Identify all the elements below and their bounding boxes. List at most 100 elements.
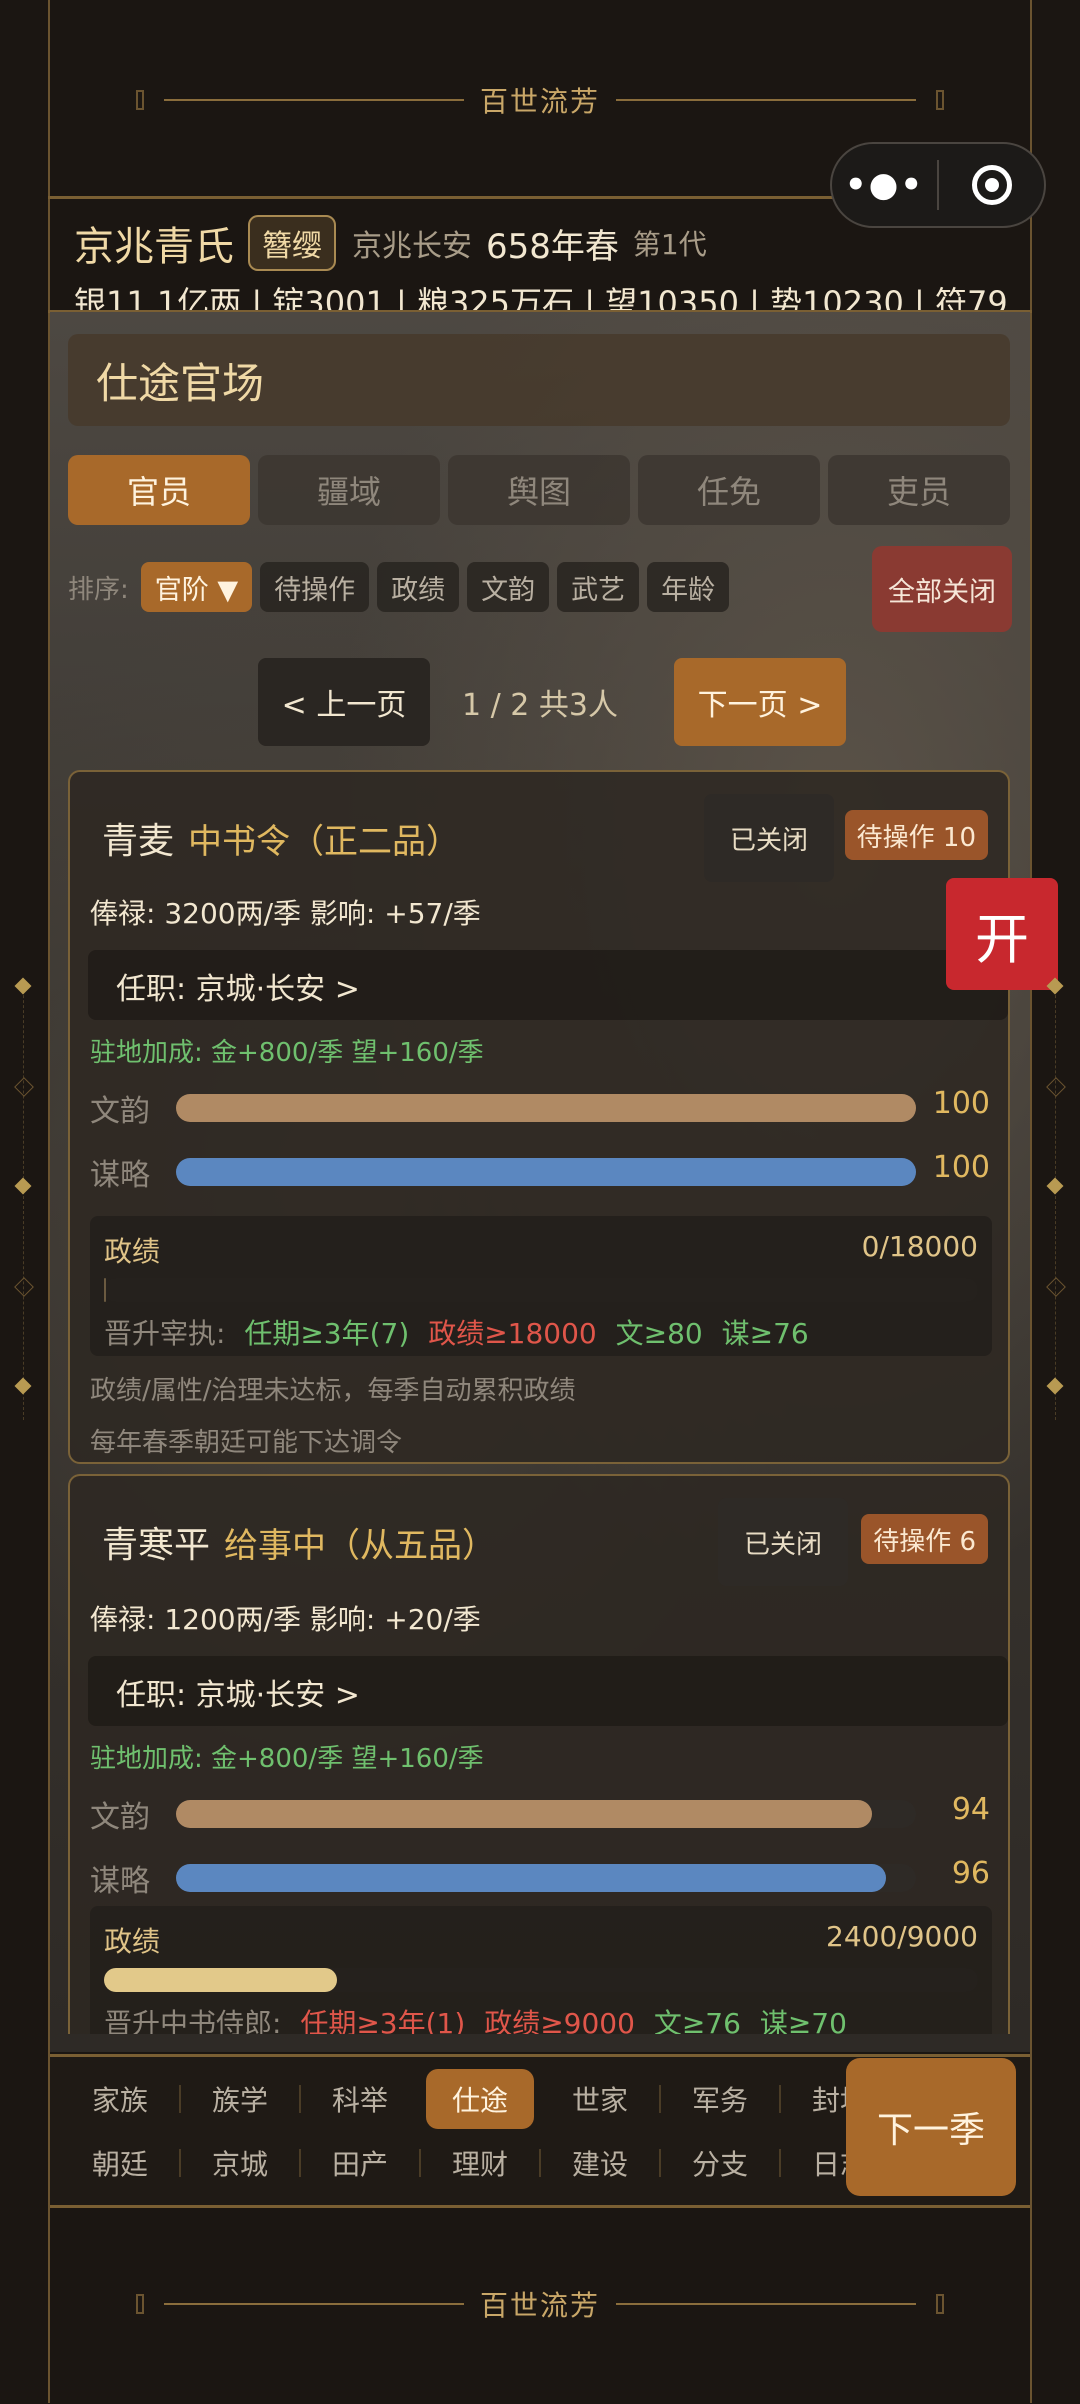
stat-strategy: 谋略 96 <box>90 1856 990 1899</box>
promotion-requirements: 晋升中书侍郎: 任期≥3年(1) 政绩≥9000 文≥76 谋≥70 <box>104 2002 847 2034</box>
merit-fill <box>104 1968 338 1992</box>
record-icon <box>971 165 1012 205</box>
promotion-requirements: 晋升宰执: 任期≥3年(7) 政绩≥18000 文≥80 谋≥76 <box>104 1312 809 1352</box>
nav-row-1: 家族 族学 科举 仕途 世家 军务 封地 <box>60 2069 900 2129</box>
promotion-label: 晋升中书侍郎: <box>104 2007 282 2034</box>
nav-capital[interactable]: 京城 <box>179 2133 300 2193</box>
post-text: 任职: 京城·长安 > <box>116 1678 360 1713</box>
close-all-button[interactable]: 全部关闭 <box>872 546 1012 632</box>
nav-school[interactable]: 族学 <box>179 2069 300 2129</box>
sort-age[interactable]: 年龄 <box>647 562 730 612</box>
stat-track <box>176 1158 916 1186</box>
nav-military[interactable]: 军务 <box>659 2069 780 2129</box>
nav-finance[interactable]: 理财 <box>419 2133 540 2193</box>
tab-territory[interactable]: 疆域 <box>258 455 440 525</box>
tab-map[interactable]: 舆图 <box>448 455 630 525</box>
stat-track <box>176 1800 916 1828</box>
merit-panel: 政绩 2400/9000 晋升中书侍郎: 任期≥3年(1) 政绩≥9000 文≥… <box>90 1906 992 2034</box>
req-merit: 政绩≥9000 <box>484 2007 635 2034</box>
stat-value: 94 <box>951 1792 990 1827</box>
merit-panel: 政绩 0/18000 晋升宰执: 任期≥3年(7) 政绩≥18000 文≥80 … <box>90 1216 992 1356</box>
merit-value: 0/18000 <box>861 1230 978 1263</box>
stat-literary: 文韵 100 <box>90 1086 990 1129</box>
salary-info: 俸禄: 3200两/季 影响: +57/季 <box>90 897 481 930</box>
post-text: 任职: 京城·长安 > <box>116 972 360 1007</box>
req-merit: 政绩≥18000 <box>428 1317 597 1350</box>
station-bonus: 驻地加成: 金+800/季 望+160/季 <box>90 1038 484 1068</box>
banner-title: 百世流芳 <box>479 2289 600 2322</box>
merit-label: 政绩 <box>104 1925 161 1958</box>
pending-badge[interactable]: 待操作 10 <box>844 810 988 860</box>
closed-toggle-button[interactable]: 已关闭 <box>718 1498 848 1586</box>
nav-farmland[interactable]: 田产 <box>299 2133 420 2193</box>
post-link[interactable]: 任职: 京城·长安 > <box>88 950 1008 1020</box>
banner-cap-left <box>135 2294 144 2314</box>
tab-appointment[interactable]: 任免 <box>638 455 820 525</box>
stat-fill <box>176 1158 916 1186</box>
official-name: 青麦 <box>102 821 175 862</box>
req-strategy: 谋≥76 <box>721 1317 809 1350</box>
banner-cap-left <box>135 90 144 110</box>
stat-label: 谋略 <box>90 1864 150 1899</box>
more-icon[interactable]: •●• <box>832 165 937 205</box>
prev-page-button[interactable]: < 上一页 <box>258 658 430 746</box>
nav-court[interactable]: 朝廷 <box>60 2133 180 2193</box>
stat-track <box>176 1864 916 1892</box>
sort-pending[interactable]: 待操作 <box>260 562 370 612</box>
clan-header: 京兆青氏 簪缨 京兆长安 658年春 第1代 <box>74 214 707 272</box>
sort-merit[interactable]: 政绩 <box>377 562 460 612</box>
clan-name: 京兆青氏 <box>74 224 234 270</box>
next-page-button[interactable]: 下一页 > <box>674 658 846 746</box>
official-name-line: 青麦 中书令（正二品） <box>102 812 460 864</box>
section-title: 仕途官场 <box>68 334 1010 426</box>
post-link[interactable]: 任职: 京城·长安 > <box>88 1656 1008 1726</box>
stat-literary: 文韵 94 <box>90 1792 990 1835</box>
req-tenure: 任期≥3年(7) <box>244 1317 410 1350</box>
sort-rank[interactable]: 官阶 ▼ <box>140 562 253 612</box>
merit-note: 政绩/属性/治理未达标，每季自动累积政绩 <box>90 1376 576 1406</box>
banner-cap-right <box>936 90 944 110</box>
left-ornament <box>14 977 34 1420</box>
closed-toggle-button[interactable]: 已关闭 <box>704 794 834 882</box>
official-rank: 给事中（从五品） <box>224 1526 497 1566</box>
stat-track <box>176 1094 916 1122</box>
merit-label: 政绩 <box>104 1235 161 1268</box>
tab-officials[interactable]: 官员 <box>68 455 250 525</box>
merit-track <box>104 1278 978 1302</box>
sort-martial[interactable]: 武艺 <box>557 562 640 612</box>
nav-row-2: 朝廷 京城 田产 理财 建设 分支 日志 <box>60 2133 900 2193</box>
generation: 第1代 <box>632 228 707 261</box>
station-bonus: 驻地加成: 金+800/季 望+160/季 <box>90 1744 484 1774</box>
right-ornament <box>1046 977 1066 1420</box>
nav-construction[interactable]: 建设 <box>539 2133 660 2193</box>
sort-literary[interactable]: 文韵 <box>467 562 550 612</box>
nav-exam[interactable]: 科举 <box>299 2069 420 2129</box>
stat-label: 谋略 <box>90 1158 150 1193</box>
clan-badge: 簪缨 <box>248 215 336 271</box>
official-card: 青寒平 给事中（从五品） 已关闭 待操作 6 俸禄: 1200两/季 影响: +2… <box>68 1474 1010 2034</box>
tab-clerks[interactable]: 吏员 <box>828 455 1010 525</box>
page-info: 1 / 2 共3人 <box>462 688 618 723</box>
req-tenure: 任期≥3年(1) <box>300 2007 466 2034</box>
banner-line-left <box>163 99 464 101</box>
salary-info: 俸禄: 1200两/季 影响: +20/季 <box>90 1603 481 1636</box>
sort-row: 排序: 官阶 ▼ 待操作 政绩 文韵 武艺 年龄 <box>68 562 730 612</box>
nav-branches[interactable]: 分支 <box>659 2133 780 2193</box>
pending-badge[interactable]: 待操作 6 <box>861 1514 988 1564</box>
bottom-banner: 百世流芳 <box>0 2204 1080 2404</box>
open-floating-button[interactable]: 开 <box>946 878 1058 990</box>
stat-fill <box>176 1094 916 1122</box>
miniprogram-capsule: •●• <box>830 142 1046 228</box>
tab-bar: 官员 疆域 舆图 任免 吏员 <box>68 455 1010 525</box>
next-season-button[interactable]: 下一季 <box>846 2058 1016 2196</box>
promotion-label: 晋升宰执: <box>104 1317 226 1350</box>
stat-strategy: 谋略 100 <box>90 1150 990 1193</box>
banner-line-right <box>616 99 916 101</box>
stat-value: 100 <box>932 1086 990 1121</box>
close-miniprogram-button[interactable] <box>939 165 1044 205</box>
nav-clan[interactable]: 家族 <box>60 2069 180 2129</box>
banner-line-right <box>616 2303 916 2305</box>
nav-career[interactable]: 仕途 <box>426 2069 534 2129</box>
req-literary: 文≥80 <box>615 1317 703 1350</box>
nav-families[interactable]: 世家 <box>540 2069 660 2129</box>
